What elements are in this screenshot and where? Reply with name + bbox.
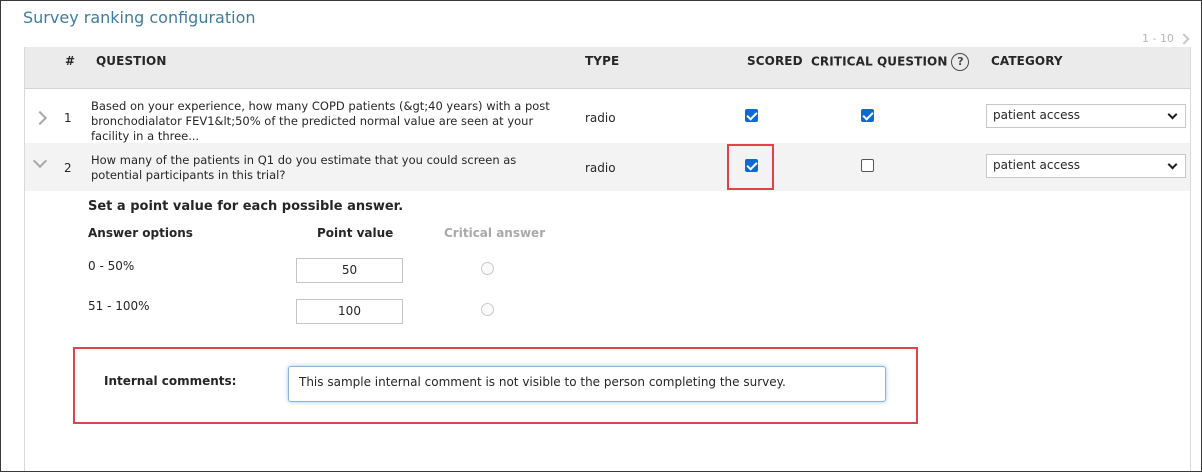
point-value-heading: Set a point value for each possible answ… <box>88 199 404 214</box>
header-question: QUESTION <box>96 54 167 68</box>
question-text: Based on your experience, how many COPD … <box>91 99 550 143</box>
question-text: How many of the patients in Q1 do you es… <box>91 153 517 182</box>
chevron-right-icon[interactable] <box>32 110 48 126</box>
pager: 1 - 10 <box>1142 32 1190 45</box>
chevron-down-icon[interactable] <box>32 153 48 169</box>
chevron-right-icon[interactable] <box>1178 32 1190 45</box>
header-type: TYPE <box>585 54 620 68</box>
answer-option-label: 51 - 100% <box>88 299 150 313</box>
point-value-label: Point value <box>317 226 394 240</box>
critical-question-checkbox[interactable] <box>861 109 874 122</box>
point-value-input[interactable]: 50 <box>296 258 403 283</box>
answer-option-label: 0 - 50% <box>88 259 135 273</box>
category-select[interactable]: patient access <box>986 154 1186 178</box>
header-category: CATEGORY <box>991 54 1063 68</box>
page-title: Survey ranking configuration <box>23 8 256 27</box>
header-scored: SCORED <box>747 54 803 68</box>
category-select[interactable]: patient access <box>986 104 1186 128</box>
point-value-input[interactable]: 100 <box>296 299 403 324</box>
pager-range: 1 - 10 <box>1142 32 1174 45</box>
header-critical-label: CRITICAL QUESTION <box>811 54 948 69</box>
chevron-down-icon <box>1167 159 1178 170</box>
category-value: patient access <box>993 108 1080 122</box>
row-number: 1 <box>64 111 72 125</box>
table-header: # QUESTION TYPE SCORED CRITICAL QUESTION… <box>25 47 1190 89</box>
critical-question-checkbox[interactable] <box>861 159 874 172</box>
help-icon[interactable]: ? <box>951 53 970 71</box>
chevron-down-icon <box>1167 109 1178 120</box>
critical-answer-radio[interactable] <box>481 303 494 316</box>
category-value: patient access <box>993 158 1080 172</box>
scored-highlight-box <box>727 144 774 190</box>
row-number: 2 <box>64 161 72 175</box>
table-row: 2 How many of the patients in Q1 do you … <box>25 143 1190 191</box>
header-critical-question: CRITICAL QUESTION? <box>811 53 970 71</box>
critical-answer-label: Critical answer <box>444 226 546 240</box>
question-type: radio <box>585 161 616 175</box>
header-num: # <box>65 54 76 68</box>
answer-options-label: Answer options <box>88 226 193 240</box>
critical-answer-radio[interactable] <box>481 262 494 275</box>
question-type: radio <box>585 111 616 125</box>
scored-checkbox[interactable] <box>745 109 758 122</box>
comments-highlight-box <box>73 347 918 424</box>
table-row: 1 Based on your experience, how many COP… <box>25 95 1190 143</box>
